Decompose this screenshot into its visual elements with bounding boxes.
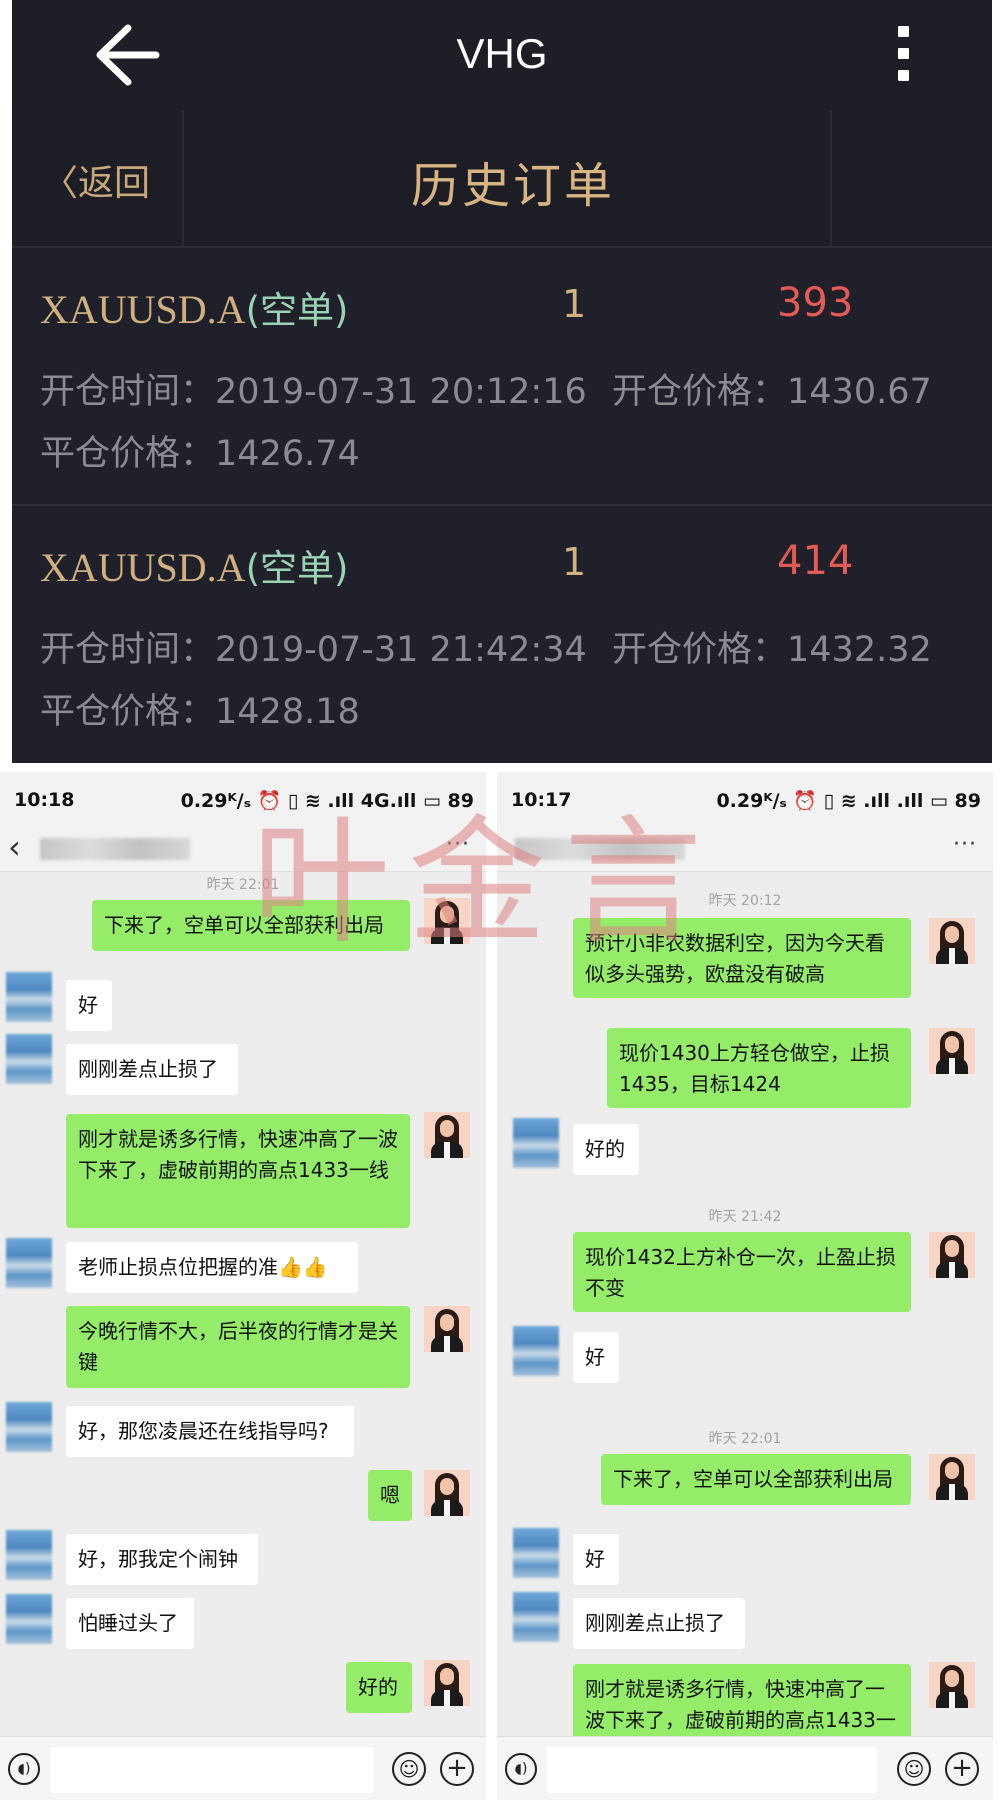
peer-avatar[interactable] [6, 1402, 52, 1452]
peer-avatar[interactable] [6, 1530, 52, 1580]
history-orders-screen: VHG 〈返回 历史订单 XAUUSD.A(空单) 1 393 开仓时间：201… [12, 0, 992, 763]
peer-avatar[interactable] [513, 1528, 559, 1578]
blurred-contact-name [40, 838, 190, 860]
status-time: 10:18 [14, 789, 75, 811]
message-bubble-self[interactable]: 现价1430上方轻仓做空，止损1435，目标1424 [607, 1028, 911, 1108]
back-button[interactable]: 〈返回 [42, 154, 150, 206]
order-quantity: 1 [562, 282, 587, 326]
voice-icon[interactable]: ◖) [8, 1753, 40, 1785]
message-bubble-self[interactable]: 现价1432上方补仓一次，止盈止损不变 [573, 1232, 911, 1312]
message-bubble-peer[interactable]: 刚刚差点止损了 [66, 1044, 238, 1095]
chat-timestamp: 昨天 22:01 [708, 1431, 782, 1447]
order-direction: (空单) [245, 547, 349, 590]
peer-avatar[interactable] [6, 1594, 52, 1644]
order-profit: 393 [777, 280, 854, 326]
more-icon[interactable]: ··· [953, 832, 977, 857]
app-title: VHG [456, 30, 548, 77]
message-input[interactable] [50, 1747, 374, 1793]
order-symbol: XAUUSD.A(空单) [40, 287, 349, 332]
message-bubble-peer[interactable]: 老师止损点位把握的准👍👍 [66, 1242, 358, 1293]
open-time: 开仓时间：2019-07-31 20:12:16 [40, 372, 587, 412]
plus-icon[interactable]: + [945, 1752, 979, 1786]
message-bubble-peer[interactable]: 好 [573, 1534, 619, 1585]
user-avatar[interactable] [424, 1112, 470, 1158]
divider [182, 110, 184, 248]
peer-avatar[interactable] [513, 1326, 559, 1376]
order-direction: (空单) [245, 289, 349, 332]
message-bubble-self[interactable]: 下来了，空单可以全部获利出局 [92, 900, 410, 951]
message-bubble-peer[interactable]: 好的 [573, 1124, 639, 1175]
user-avatar[interactable] [424, 1306, 470, 1352]
status-bar: 10:18 0.29ᴷ/ₛ ⏰ ▯ ≋ .ıll 4G.ıll ▭ 89 [0, 772, 486, 822]
message-bubble-self[interactable]: 下来了，空单可以全部获利出局 [601, 1454, 911, 1505]
order-quantity: 1 [562, 540, 587, 584]
divider [830, 110, 832, 248]
message-bubble-peer[interactable]: 好，那我定个闹钟 [66, 1534, 258, 1585]
status-time: 10:17 [511, 789, 572, 811]
emoji-icon[interactable]: ☺ [392, 1752, 426, 1786]
image-divider [487, 772, 497, 1800]
more-options-icon[interactable] [895, 26, 911, 84]
open-price: 开仓价格：1430.67 [612, 372, 932, 412]
message-bubble-self[interactable]: 好的 [346, 1662, 412, 1713]
user-avatar[interactable] [424, 1470, 470, 1516]
chat-screenshot-left: 10:18 0.29ᴷ/ₛ ⏰ ▯ ≋ .ıll 4G.ıll ▭ 89 ‹ ·… [0, 772, 486, 1800]
user-avatar[interactable] [929, 1232, 975, 1278]
chat-header: ··· [497, 822, 993, 872]
order-profit: 414 [777, 538, 854, 584]
chat-input-bar: ◖) ☺ + [497, 1736, 993, 1800]
status-icons: 0.29ᴷ/ₛ ⏰ ▯ ≋ .ıll .ıll ▭ 89 [716, 790, 981, 812]
chat-timestamp: 昨天 21:42 [708, 1209, 782, 1225]
message-bubble-self[interactable]: 今晚行情不大，后半夜的行情才是关键 [66, 1306, 410, 1388]
user-avatar[interactable] [929, 1028, 975, 1074]
plus-icon[interactable]: + [440, 1752, 474, 1786]
peer-avatar[interactable] [6, 1238, 52, 1288]
page-title: 历史订单 [410, 158, 615, 214]
order-row[interactable]: XAUUSD.A(空单) 1 414 开仓时间：2019-07-31 21:42… [12, 508, 992, 764]
peer-avatar[interactable] [513, 1592, 559, 1642]
chat-screenshot-right: 10:17 0.29ᴷ/ₛ ⏰ ▯ ≋ .ıll .ıll ▭ 89 ··· 昨… [497, 772, 993, 1800]
user-avatar[interactable] [929, 918, 975, 964]
open-price: 开仓价格：1432.32 [612, 630, 932, 670]
app-bar: VHG [12, 0, 992, 110]
peer-avatar[interactable] [6, 972, 52, 1022]
user-avatar[interactable] [929, 1454, 975, 1500]
open-time: 开仓时间：2019-07-31 21:42:34 [40, 630, 587, 670]
message-bubble-self[interactable]: 预计小非农数据利空，因为今天看似多头强势，欧盘没有破高 [573, 918, 911, 998]
chat-timestamp: 昨天 20:12 [708, 893, 782, 909]
message-bubble-peer[interactable]: 好 [573, 1332, 619, 1383]
message-bubble-peer[interactable]: 怕睡过头了 [66, 1598, 194, 1649]
chevron-left-icon[interactable]: ‹ [8, 828, 21, 866]
voice-icon[interactable]: ◖) [505, 1753, 537, 1785]
blurred-contact-name [515, 838, 685, 860]
user-avatar[interactable] [929, 1662, 975, 1708]
user-avatar[interactable] [424, 1660, 470, 1706]
sub-header: 〈返回 历史订单 [12, 110, 992, 248]
chat-input-bar: ◖) ☺ + [0, 1736, 486, 1800]
order-row[interactable]: XAUUSD.A(空单) 1 393 开仓时间：2019-07-31 20:12… [12, 250, 992, 506]
user-avatar[interactable] [424, 898, 470, 944]
message-input[interactable] [547, 1747, 877, 1793]
chat-timestamp: 昨天 22:01 [206, 877, 280, 893]
peer-avatar[interactable] [513, 1118, 559, 1168]
close-price: 平仓价格：1428.18 [40, 692, 360, 732]
emoji-icon[interactable]: ☺ [897, 1752, 931, 1786]
more-icon[interactable]: ··· [446, 832, 470, 857]
message-bubble-peer[interactable]: 好 [66, 980, 112, 1031]
message-bubble-self[interactable]: 嗯 [368, 1470, 412, 1521]
order-symbol: XAUUSD.A(空单) [40, 545, 349, 590]
status-icons: 0.29ᴷ/ₛ ⏰ ▯ ≋ .ıll 4G.ıll ▭ 89 [180, 790, 474, 812]
status-bar: 10:17 0.29ᴷ/ₛ ⏰ ▯ ≋ .ıll .ıll ▭ 89 [497, 772, 993, 822]
message-bubble-peer[interactable]: 好，那您凌晨还在线指导吗? [66, 1406, 354, 1457]
chat-header: ‹ ··· [0, 822, 486, 872]
close-price: 平仓价格：1426.74 [40, 434, 360, 474]
peer-avatar[interactable] [6, 1034, 52, 1084]
message-bubble-peer[interactable]: 刚刚差点止损了 [573, 1598, 745, 1649]
message-bubble-self[interactable]: 刚才就是诱多行情，快速冲高了一波下来了，虚破前期的高点1433一线 [66, 1114, 410, 1228]
